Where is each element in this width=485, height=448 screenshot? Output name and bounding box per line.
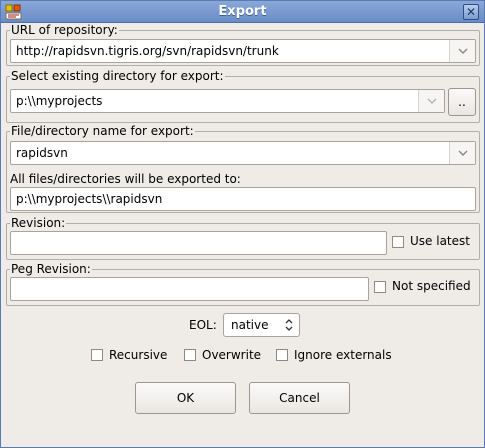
cancel-button-label: Cancel	[279, 391, 320, 405]
eol-value: native	[231, 318, 269, 332]
ignore-externals-label[interactable]: Ignore externals	[294, 348, 392, 362]
browse-button[interactable]: ..	[448, 88, 476, 116]
window-title: Export	[218, 4, 267, 19]
repository-url-combo[interactable]: http://rapidsvn.tigris.org/svn/rapidsvn/…	[10, 39, 476, 63]
url-group-label: URL of repository:	[10, 23, 119, 37]
use-latest-label[interactable]: Use latest	[410, 234, 470, 248]
destination-path-field[interactable]: p:\\myprojects\\rapidsvn	[10, 187, 476, 211]
cancel-button[interactable]: Cancel	[249, 382, 350, 414]
revision-input[interactable]	[10, 231, 387, 255]
destination-path-value: p:\\myprojects\\rapidsvn	[16, 192, 163, 206]
repository-url-dropdown-button[interactable]	[449, 40, 475, 62]
eol-select[interactable]: native	[223, 313, 300, 337]
recursive-label[interactable]: Recursive	[109, 348, 167, 362]
revision-group-label: Revision:	[10, 216, 67, 230]
not-specified-checkbox[interactable]	[374, 281, 386, 293]
chevron-down-icon	[458, 48, 468, 54]
repository-url-value: http://rapidsvn.tigris.org/svn/rapidsvn/…	[16, 44, 279, 58]
export-directory-combo[interactable]: p:\\myprojects	[10, 89, 445, 113]
ok-button[interactable]: OK	[135, 382, 236, 414]
export-directory-dropdown-button[interactable]	[418, 90, 444, 112]
peg-revision-group-label: Peg Revision:	[10, 262, 92, 276]
close-button[interactable]: ✕	[463, 4, 479, 20]
overwrite-label[interactable]: Overwrite	[202, 348, 261, 362]
up-down-arrows-icon	[285, 319, 293, 331]
ignore-externals-checkbox[interactable]	[276, 349, 288, 361]
chevron-down-icon	[458, 150, 468, 156]
export-name-dropdown-button[interactable]	[449, 142, 475, 164]
name-group-label: File/directory name for export:	[10, 124, 195, 138]
ok-button-label: OK	[176, 391, 195, 405]
title-bar[interactable]: Export ✕	[1, 1, 484, 23]
destination-label: All files/directories will be exported t…	[10, 172, 241, 186]
close-icon: ✕	[465, 5, 477, 19]
use-latest-checkbox[interactable]	[392, 236, 404, 248]
not-specified-label[interactable]: Not specified	[392, 279, 471, 293]
directory-group-label: Select existing directory for export:	[10, 69, 225, 83]
export-name-value: rapidsvn	[16, 146, 68, 160]
export-directory-value: p:\\myprojects	[16, 94, 103, 108]
overwrite-checkbox[interactable]	[184, 349, 196, 361]
browse-button-label: ..	[458, 95, 466, 109]
eol-label: EOL:	[189, 318, 217, 332]
peg-revision-input[interactable]	[10, 277, 369, 301]
export-name-combo[interactable]: rapidsvn	[10, 141, 476, 165]
recursive-checkbox[interactable]	[91, 349, 103, 361]
chevron-down-icon	[427, 98, 437, 104]
export-dialog: Export ✕ URL of repository: http://rapid…	[0, 0, 485, 448]
